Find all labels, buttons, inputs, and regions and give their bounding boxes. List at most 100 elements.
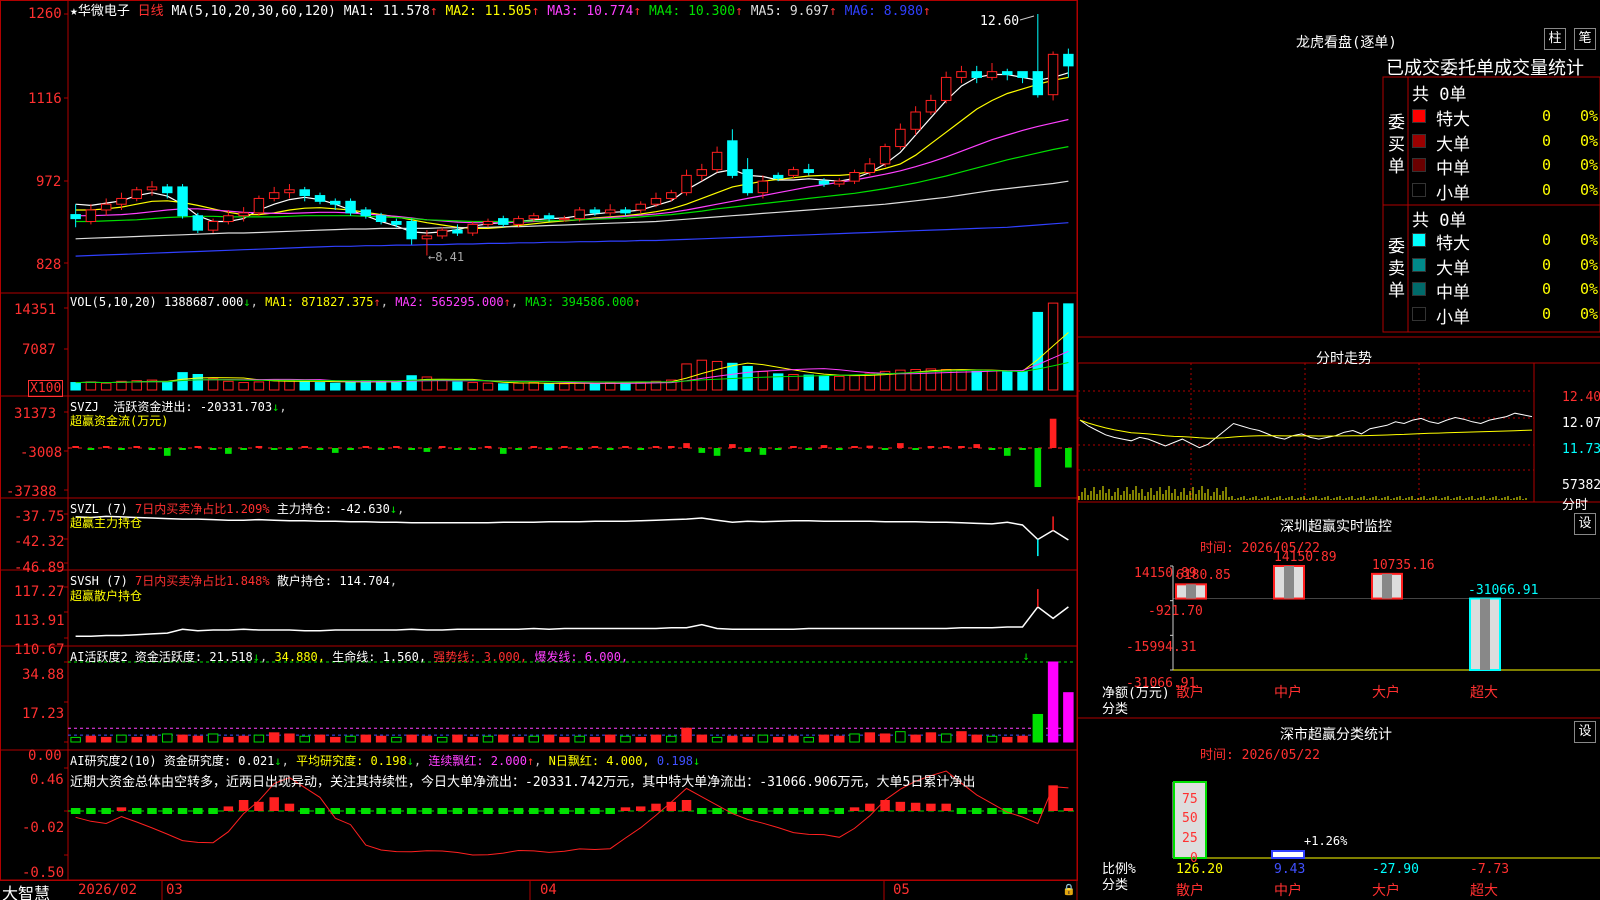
order-size-label: 特大 <box>1436 110 1470 130</box>
order-count: 0 <box>1542 231 1552 249</box>
candle-body <box>666 192 677 199</box>
fund-flow-bar <box>759 448 767 455</box>
activity-bar <box>788 735 799 743</box>
class-settings-button[interactable]: 设 <box>1574 721 1596 743</box>
class-inline-label: +1.26% <box>1304 834 1348 848</box>
research-bar <box>177 808 188 814</box>
volume-bar <box>696 359 708 391</box>
candle-body <box>879 146 891 165</box>
activity-bar <box>1002 736 1013 743</box>
candle-body <box>727 140 738 176</box>
stock-name[interactable]: 华微电子 <box>78 4 130 19</box>
activity-bar <box>131 736 142 743</box>
price-tick: 972 <box>36 174 62 190</box>
activity-bar <box>574 735 585 743</box>
class-value: -27.90 <box>1372 862 1419 877</box>
fund-flow-bar <box>408 448 415 450</box>
research-bar <box>70 808 81 814</box>
activity-bar <box>513 736 524 743</box>
candle-body <box>650 197 662 205</box>
candle-body <box>207 221 219 231</box>
activity-bar <box>436 736 448 743</box>
svzl-tick: -42.32 <box>14 534 65 550</box>
candle-body <box>956 71 967 78</box>
candle-body <box>1063 53 1074 67</box>
svzl-tick: -46.89 <box>14 560 65 576</box>
tick-view-button[interactable]: 笔 <box>1574 28 1596 50</box>
activity-bar <box>589 736 601 743</box>
research-bar <box>162 808 173 814</box>
order-pct: 0% <box>1580 280 1599 299</box>
legend-swatch <box>1412 306 1426 321</box>
order-size-label: 特大 <box>1436 234 1470 254</box>
class-category: 散户 <box>1176 883 1204 899</box>
ma-readouts: MA1: 11.578↑ MA2: 11.505↑ MA3: 10.774↑ M… <box>343 4 931 19</box>
fund-flow-bar <box>102 446 110 448</box>
research-bar <box>758 808 768 814</box>
fund-flow-bar <box>1049 418 1057 448</box>
volume-bar <box>986 370 998 391</box>
ai1-header: AI活跃度2 资金活跃度: 21.518↓, 34.880, 生命线: 1.56… <box>70 650 629 664</box>
fund-flow-bar <box>622 446 629 448</box>
order-count: 0 <box>1542 304 1552 323</box>
candle-body <box>971 71 982 78</box>
high-price-label: 12.60 <box>980 14 1020 29</box>
research-bar <box>391 808 402 814</box>
candle-body <box>345 200 356 214</box>
research-bar <box>315 808 325 814</box>
activity-bar <box>543 734 555 743</box>
fund-flow-bar <box>484 446 492 448</box>
order-pct: 0% <box>1580 107 1599 125</box>
period-label[interactable]: 日线 <box>138 4 164 19</box>
volume-bar <box>192 373 204 391</box>
price-tick: 1260 <box>28 6 62 22</box>
volume-bar <box>284 380 295 391</box>
lock-icon[interactable]: 🔒 <box>1062 883 1076 896</box>
fund-flow-bar <box>744 448 751 452</box>
volume-bar <box>314 382 326 391</box>
bar-view-button[interactable]: 柱 <box>1544 28 1566 50</box>
monitor-category: 超大 <box>1470 685 1498 701</box>
volume-bar <box>1063 303 1074 391</box>
low-price-label: ←8.41 <box>428 250 465 264</box>
svzj-subtitle: 超赢资金流(万元) <box>70 414 169 428</box>
fund-flow-bar <box>316 448 324 450</box>
svsh-tick: 117.27 <box>14 584 65 600</box>
research-bar <box>147 808 157 814</box>
research-bar <box>452 808 463 814</box>
activity-bar <box>375 735 387 743</box>
fund-flow-bar <box>194 446 202 448</box>
research-bar <box>849 807 860 811</box>
activity-bar <box>162 733 173 743</box>
research-bar <box>422 808 432 814</box>
activity-bar <box>757 734 769 743</box>
activity-bar <box>1047 661 1059 743</box>
activity-bar <box>604 734 616 743</box>
monitor-category: 散户 <box>1176 685 1204 701</box>
research-bar <box>941 803 951 811</box>
research-bar <box>1017 808 1028 814</box>
order-size-label: 小单 <box>1436 183 1470 204</box>
volume-bar <box>864 373 876 391</box>
candle-body <box>299 189 310 197</box>
research-bar <box>116 807 127 811</box>
brand-logo[interactable]: 大智慧 <box>2 880 50 900</box>
volume-bar <box>238 382 249 391</box>
candle-body <box>681 174 692 194</box>
star-icon[interactable]: ★ <box>70 4 78 19</box>
activity-bar <box>238 735 249 743</box>
fund-flow-bar <box>454 448 461 450</box>
fund-flow-bar <box>713 448 721 456</box>
volume-bar <box>330 382 341 391</box>
research-bar <box>223 806 234 811</box>
ma-header: MA(5,10,20,30,60,120) <box>171 4 336 19</box>
fund-flow-bar <box>133 446 141 448</box>
candle-body <box>895 128 906 148</box>
fund-flow-bar <box>942 446 950 448</box>
research-bar <box>895 801 906 811</box>
svzj-tick: -3008 <box>20 445 63 461</box>
monitor-settings-button[interactable]: 设 <box>1574 513 1596 535</box>
svzj-tick: 31373 <box>14 406 57 422</box>
lhb-tabs[interactable]: 已成交委托单成交量统计 <box>1386 54 1600 80</box>
buy-total: 共 0单 <box>1412 85 1467 105</box>
